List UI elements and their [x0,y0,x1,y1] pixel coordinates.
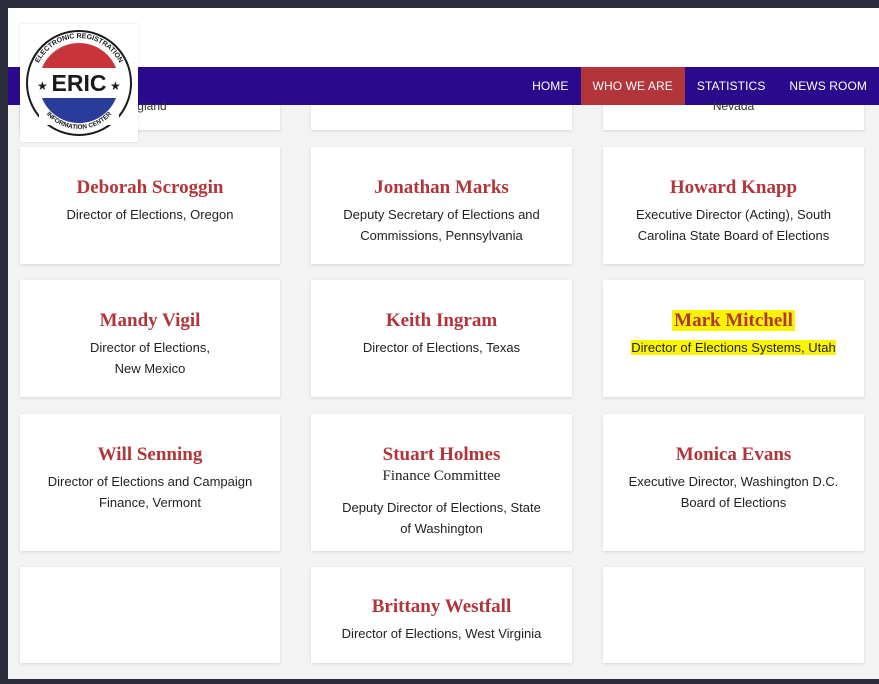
staff-name: Howard Knapp [669,177,798,198]
staff-name: Stuart Holmes [382,444,501,465]
staff-name: Jonathan Marks [374,177,509,198]
staff-title: Director of Elections, West Virginia [341,626,542,641]
staff-card-empty [20,567,280,663]
staff-name: Monica Evans [675,444,792,465]
staff-card: Mark Mitchell Director of Elections Syst… [603,280,864,397]
staff-title-line2: Commissions, Pennsylvania [360,228,523,243]
partial-title-right: Nevada [712,99,755,113]
staff-title: Director of Elections, Texas [362,340,521,355]
staff-name: Will Senning [97,444,203,465]
logo-text: ERIC [52,70,107,96]
staff-title-line1: Director of Elections, [90,340,210,355]
staff-name: Brittany Westfall [371,596,512,617]
staff-committee: Finance Committee [382,468,501,484]
eric-logo[interactable]: ELECTRONIC REGISTRATION INFORMATION CENT… [20,24,138,142]
staff-card: Will Senning Director of Elections and C… [20,414,280,551]
card-partial-right: Nevada [603,99,864,130]
staff-card: Jonathan Marks Deputy Secretary of Elect… [311,147,572,264]
browser-viewport: HOME WHO WE ARE STATISTICS NEWS ROOM rgl… [8,8,879,679]
star-icon: ★ [110,79,121,93]
staff-title-line2: Board of Elections [680,495,787,510]
staff-title-line2: Carolina State Board of Elections [637,228,830,243]
staff-card-empty [603,567,864,663]
staff-title-line2: New Mexico [114,361,186,376]
staff-card: Howard Knapp Executive Director (Acting)… [603,147,864,264]
staff-card: Mandy Vigil Director of Elections, New M… [20,280,280,397]
staff-title-line2: of Washington [400,521,483,536]
staff-card: Brittany Westfall Director of Elections,… [311,567,572,663]
staff-name-highlighted: Mark Mitchell [672,310,795,331]
staff-name: Mandy Vigil [99,310,201,331]
staff-title-line2: Finance, Vermont [99,495,201,510]
star-icon: ★ [37,79,48,93]
card-partial-middle [311,105,572,130]
staff-title-line1: Director of Elections and Campaign [47,474,253,489]
staff-title-line1: Deputy Secretary of Elections and [343,207,540,222]
eric-logo-graphic: ELECTRONIC REGISTRATION INFORMATION CENT… [26,30,132,136]
header-strip [8,8,879,67]
staff-card: Deborah Scroggin Director of Elections, … [20,147,280,264]
staff-name: Keith Ingram [385,310,498,331]
staff-title-line1: Executive Director, Washington D.C. [628,474,839,489]
nav-home[interactable]: HOME [520,67,580,105]
staff-card: Keith Ingram Director of Elections, Texa… [311,280,572,397]
staff-title-line1: Executive Director (Acting), South [635,207,832,222]
staff-title: Director of Elections, Oregon [66,207,234,222]
staff-title-highlighted: Director of Elections Systems, Utah [631,340,836,355]
staff-title-line1: Deputy Director of Elections, State [342,500,541,515]
staff-card: Monica Evans Executive Director, Washing… [603,414,864,551]
staff-name: Deborah Scroggin [76,177,224,198]
staff-card: Stuart Holmes Finance Committee Deputy D… [311,414,572,551]
